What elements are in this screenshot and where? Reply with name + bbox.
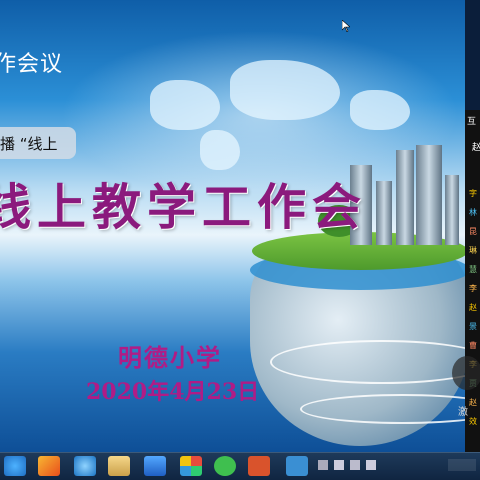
meeting-date: 2020年4月23日 [86, 379, 260, 405]
panel-list-item: 效 [469, 417, 477, 426]
floating-label: 激 [458, 407, 468, 418]
tray-expand-icon[interactable] [318, 460, 328, 470]
panel-list-item: 昆 [469, 227, 477, 236]
panel-list-item: 赵 [469, 398, 477, 407]
ie-icon[interactable] [4, 456, 26, 476]
panel-list-item: 赵 [469, 303, 477, 312]
ppt-icon[interactable] [248, 456, 270, 476]
folder-icon[interactable] [108, 456, 130, 476]
floating-button[interactable] [452, 356, 480, 390]
slide-title: 线上教学工作会 [0, 178, 368, 236]
wechat-icon[interactable] [214, 456, 236, 476]
panel-list-item: 字 [469, 189, 477, 198]
pinwheel-icon[interactable] [180, 456, 202, 476]
shield-icon[interactable] [144, 456, 166, 476]
tray-volume-icon[interactable] [366, 460, 376, 470]
meeting-label: 作会议 [0, 52, 64, 77]
panel-list-item: 景 [469, 322, 477, 331]
map-continent [350, 90, 410, 130]
city-skyline [350, 145, 465, 245]
panel-header: 互 [467, 117, 477, 127]
slide-canvas: 作会议 播 “线上 线上教学工作会 明德小学 2020年4月23日 [0, 0, 465, 452]
panel-list-item: 曹 [469, 341, 477, 350]
tray-clock[interactable] [448, 459, 476, 471]
panel-list-item: 琳 [469, 246, 477, 255]
taskbar [0, 452, 480, 480]
toolbox-icon[interactable] [286, 456, 308, 476]
caption-bubble: 播 “线上 [0, 127, 76, 159]
school-name: 明德小学 [118, 343, 222, 372]
tray-flag-icon[interactable] [334, 460, 344, 470]
map-continent [200, 130, 240, 170]
app-swirl-icon[interactable] [74, 456, 96, 476]
panel-list-item: 李 [469, 284, 477, 293]
panel-list-item: 慧 [469, 265, 477, 274]
panel-name: 赵 [472, 143, 480, 153]
mouse-cursor-icon [342, 20, 350, 32]
caption-text: 播 “线上 [0, 135, 58, 153]
map-continent [150, 80, 220, 130]
screen: 作会议 播 “线上 线上教学工作会 明德小学 2020年4月23日 互 赵 字林… [0, 0, 480, 480]
paint-icon[interactable] [38, 456, 60, 476]
panel-list-item: 林 [469, 208, 477, 217]
tray-network-icon[interactable] [350, 460, 360, 470]
